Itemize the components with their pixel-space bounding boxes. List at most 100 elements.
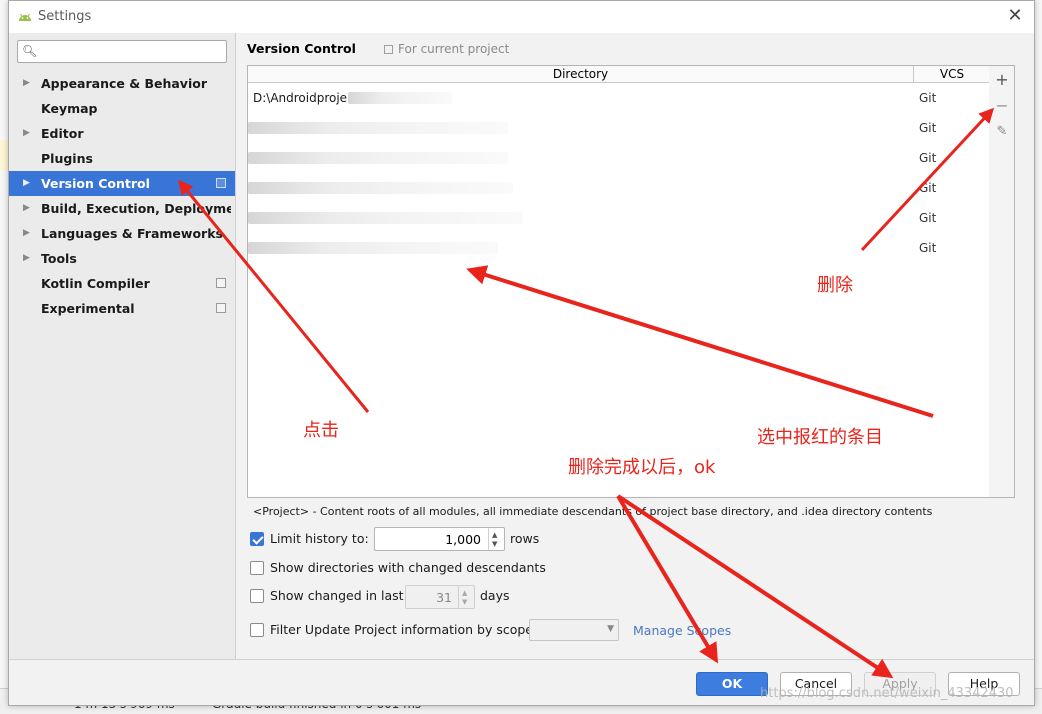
search-box[interactable]: 🔍︎: [17, 40, 227, 63]
limit-history-checkbox[interactable]: [250, 532, 264, 546]
sidebar-item-label: Build, Execution, Deployment: [41, 201, 231, 216]
spinner-arrows[interactable]: ▲ ▼: [488, 528, 504, 550]
table-header: Directory VCS: [248, 66, 989, 83]
sidebar-item-label: Tools: [41, 251, 77, 266]
table-row[interactable]: D:\Androidproje Git: [248, 84, 989, 114]
show-dirs-checkbox[interactable]: [250, 561, 264, 575]
editor-highlight-strip: [0, 140, 8, 170]
sidebar-item-version-control[interactable]: ▶ Version Control: [9, 171, 235, 196]
chevron-right-icon[interactable]: ▶: [23, 221, 30, 246]
spinner-up-icon[interactable]: ▲: [462, 589, 467, 597]
row-vcs: Git: [919, 151, 937, 165]
spinner-up-icon[interactable]: ▲: [492, 531, 497, 539]
annotation-after-delete: 删除完成以后，ok: [568, 457, 716, 478]
sidebar-item-kotlin-compiler[interactable]: Kotlin Compiler: [9, 271, 235, 296]
sidebar-item-build-execution-deployment[interactable]: ▶ Build, Execution, Deployment: [9, 196, 235, 221]
project-scope-icon: [216, 278, 226, 288]
annotation-delete: 删除: [817, 275, 853, 296]
project-scope-icon: [216, 303, 226, 313]
chevron-right-icon[interactable]: ▶: [23, 121, 30, 146]
android-studio-icon: [19, 13, 31, 21]
watermark: https://blog.csdn.net/weixin_43342430: [760, 686, 1014, 701]
spinner-down-icon[interactable]: ▼: [492, 540, 497, 548]
annotation-select-red: 选中报红的条目: [757, 427, 883, 448]
redacted-path: [248, 242, 498, 254]
column-header-directory[interactable]: Directory: [248, 66, 914, 83]
limit-history-spinner[interactable]: ▲ ▼: [374, 527, 505, 551]
sidebar-item-keymap[interactable]: Keymap: [9, 96, 235, 121]
settings-nav: ▶ Appearance & Behavior Keymap ▶ Editor Plugi…: [9, 71, 235, 321]
window-title: Settings: [38, 9, 92, 24]
sidebar-item-plugins[interactable]: Plugins: [9, 146, 235, 171]
chevron-down-icon: ▼: [607, 624, 614, 634]
filter-update-label: Filter Update Project information by sco…: [270, 622, 533, 637]
project-note: <Project> - Content roots of all modules…: [253, 505, 933, 518]
plus-icon[interactable]: +: [992, 70, 1012, 90]
sidebar-item-label: Version Control: [41, 176, 150, 191]
spinner-arrows[interactable]: ▲ ▼: [458, 586, 474, 608]
close-icon[interactable]: ✕: [1004, 5, 1026, 27]
show-changed-label: Show changed in last: [270, 588, 404, 603]
search-input[interactable]: [42, 42, 222, 61]
row-directory: D:\Androidproje: [253, 91, 348, 105]
sidebar-item-experimental[interactable]: Experimental: [9, 296, 235, 321]
project-scope-text: For current project: [398, 42, 510, 56]
limit-history-input[interactable]: [377, 530, 481, 548]
table-row[interactable]: Git: [248, 114, 989, 144]
sidebar-item-label: Experimental: [41, 301, 135, 316]
table-row[interactable]: Git: [248, 144, 989, 174]
sidebar-item-label: Plugins: [41, 151, 93, 166]
table-row[interactable]: Git: [248, 234, 989, 264]
redacted-path: [248, 122, 508, 134]
sidebar-item-label: Keymap: [41, 101, 98, 116]
show-changed-checkbox[interactable]: [250, 589, 264, 603]
sidebar-item-editor[interactable]: ▶ Editor: [9, 121, 235, 146]
show-changed-suffix: days: [480, 588, 510, 603]
redacted-path: [248, 182, 513, 194]
project-scope-label: For current project: [384, 42, 509, 56]
chevron-right-icon[interactable]: ▶: [23, 71, 30, 96]
panel-title: Version Control: [247, 41, 356, 56]
row-vcs: Git: [919, 181, 937, 195]
project-scope-icon: [384, 45, 393, 54]
column-header-vcs[interactable]: VCS: [914, 66, 990, 83]
redacted-path: [348, 92, 452, 104]
sidebar-item-label: Languages & Frameworks: [41, 226, 223, 241]
spinner-down-icon[interactable]: ▼: [462, 598, 467, 606]
manage-scopes-link[interactable]: Manage Scopes: [633, 623, 731, 638]
title-bar: Settings ✕: [9, 1, 1034, 33]
limit-history-label: Limit history to:: [270, 531, 369, 546]
redacted-path: [248, 212, 523, 224]
scope-combo[interactable]: ▼: [529, 619, 619, 641]
minus-icon[interactable]: −: [992, 96, 1012, 116]
table-row[interactable]: Git: [248, 174, 989, 204]
sidebar-item-tools[interactable]: ▶ Tools: [9, 246, 235, 271]
sidebar-item-languages-frameworks[interactable]: ▶ Languages & Frameworks: [9, 221, 235, 246]
ok-button[interactable]: OK: [696, 672, 768, 696]
filter-update-checkbox[interactable]: [250, 623, 264, 637]
row-vcs: Git: [919, 121, 937, 135]
row-vcs: Git: [919, 211, 937, 225]
show-changed-spinner[interactable]: ▲ ▼: [405, 585, 475, 609]
chevron-right-icon[interactable]: ▶: [23, 196, 30, 221]
limit-history-suffix: rows: [510, 531, 540, 546]
table-row[interactable]: Git: [248, 204, 989, 234]
redacted-path: [248, 152, 508, 164]
chevron-right-icon[interactable]: ▶: [23, 171, 30, 196]
settings-sidebar: 🔍︎ ▶ Appearance & Behavior Keymap ▶ Editor Pl…: [9, 33, 236, 659]
chevron-right-icon[interactable]: ▶: [23, 246, 30, 271]
search-icon: 🔍︎: [22, 44, 38, 58]
row-vcs: Git: [919, 91, 937, 105]
settings-dialog: Settings ✕ 🔍︎ ▶ Appearance & Behavior Keym…: [8, 0, 1035, 706]
project-scope-icon: [216, 178, 226, 188]
row-vcs: Git: [919, 241, 937, 255]
sidebar-item-label: Kotlin Compiler: [41, 276, 150, 291]
table-toolbar: + − ✎: [989, 65, 1015, 498]
pencil-icon[interactable]: ✎: [992, 122, 1012, 142]
show-changed-input[interactable]: [408, 588, 452, 606]
sidebar-item-appearance-behavior[interactable]: ▶ Appearance & Behavior: [9, 71, 235, 96]
sidebar-item-label: Editor: [41, 126, 84, 141]
annotation-click: 点击: [303, 420, 339, 441]
version-control-panel: Version Control For current project Dire…: [247, 33, 1027, 659]
show-dirs-label: Show directories with changed descendant…: [270, 560, 546, 575]
